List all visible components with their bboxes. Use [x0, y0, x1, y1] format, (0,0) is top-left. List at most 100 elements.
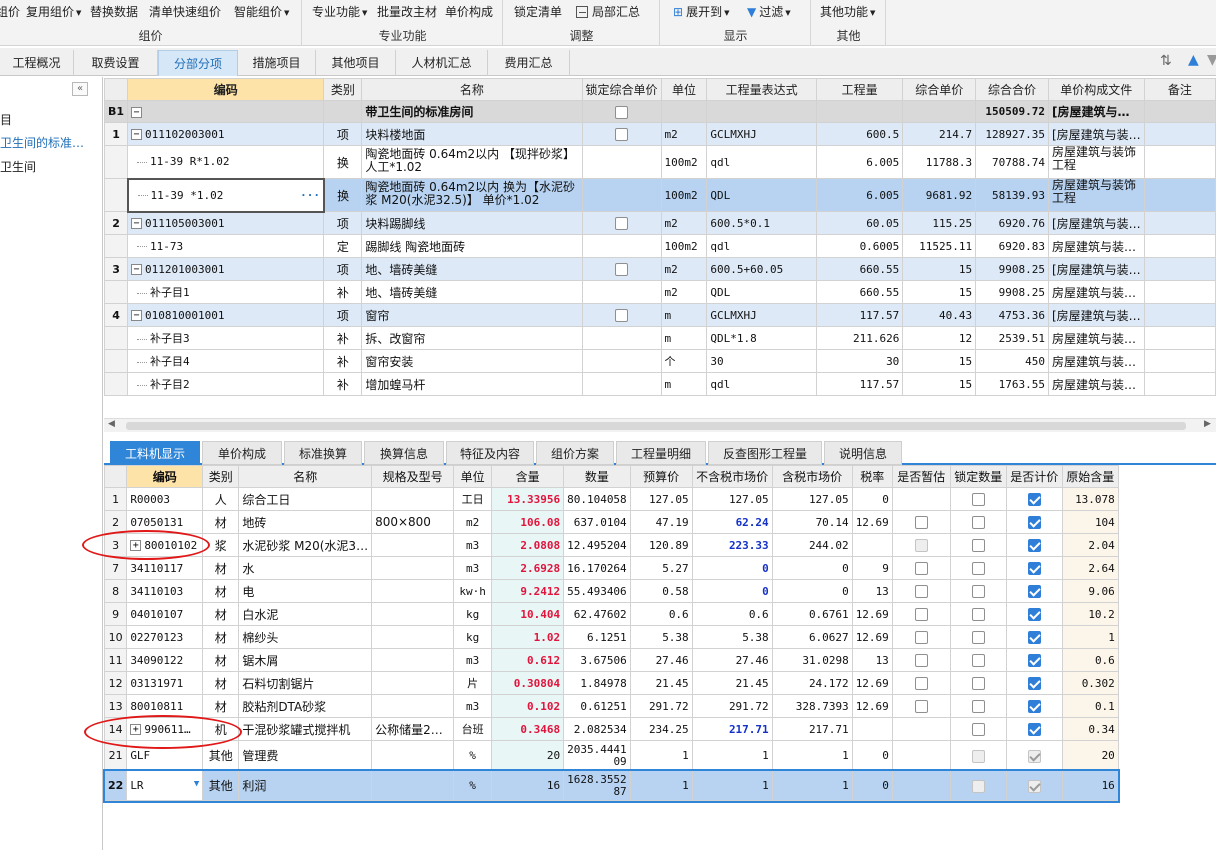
priced-checkbox[interactable] [1027, 723, 1041, 736]
code-cell[interactable]: −010810001001 [127, 303, 325, 327]
priced-cell[interactable] [1005, 694, 1063, 718]
tax-market-price-cell[interactable]: 244.02 [771, 533, 853, 557]
quantity-cell[interactable]: 660.55 [815, 257, 904, 281]
code-cell[interactable]: 补子目3 [127, 326, 325, 350]
priced-checkbox[interactable] [1027, 677, 1041, 690]
collapse-icon[interactable]: − [131, 218, 143, 230]
tax-rate-cell[interactable]: 0 [851, 770, 893, 801]
header-content[interactable]: 含量 [491, 465, 565, 488]
quantity-cell[interactable]: 6.005 [815, 145, 904, 179]
horizontal-scrollbar[interactable]: ◀ ▶ [104, 418, 1216, 432]
header-tax-rate[interactable]: 税率 [851, 465, 893, 488]
lock-quantity-checkbox[interactable] [971, 723, 985, 736]
expression-cell[interactable]: QDL [706, 178, 817, 212]
market-price-cell[interactable]: 62.24 [691, 510, 773, 534]
move-down-icon[interactable]: ⇅ [1160, 53, 1172, 69]
remarks-cell[interactable] [1143, 145, 1216, 179]
expression-cell[interactable]: 30 [706, 349, 817, 373]
up-arrow-icon[interactable]: ▲ [1188, 52, 1199, 68]
name-cell[interactable]: 管理费 [238, 740, 373, 771]
tab-conversion-info[interactable]: 换算信息 [364, 441, 444, 465]
market-price-cell[interactable]: 0.6 [691, 602, 773, 626]
quick-pricing-button[interactable]: 清单快速组价 [149, 3, 221, 21]
header-priced[interactable]: 是否计价 [1005, 465, 1063, 488]
estimate-checkbox[interactable] [914, 631, 928, 644]
collapse-icon[interactable]: − [131, 264, 143, 275]
remarks-cell[interactable] [1143, 234, 1216, 258]
code-cell[interactable]: R00003 [126, 487, 204, 511]
name-cell[interactable]: 锯木屑 [238, 648, 373, 672]
scroll-right-icon[interactable]: ▶ [1204, 419, 1211, 429]
name-cell[interactable]: 地、墙砖美缝 [361, 257, 583, 281]
content-cell[interactable]: 2.0808 [491, 533, 565, 557]
table-row[interactable]: 11 34090122 材锯木屑 m3 0.612 3.67506 27.46 27.46 31… [103, 648, 1119, 672]
replace-data-button[interactable]: 替换数据 [90, 3, 138, 21]
lock-price-cell[interactable] [581, 372, 662, 396]
content-cell[interactable]: 16 [491, 770, 565, 801]
estimate-cell[interactable] [891, 487, 951, 511]
table-row[interactable]: 12 03131971 材石料切割锯片片 0.30804 1.84978 21.45 21.… [103, 671, 1119, 695]
priced-cell[interactable] [1005, 487, 1063, 511]
code-cell[interactable]: 34090122 [126, 648, 204, 672]
lock-quantity-cell[interactable] [949, 740, 1007, 771]
tax-rate-cell[interactable]: 12.69 [851, 694, 893, 718]
tax-rate-cell[interactable] [851, 533, 893, 557]
header-type[interactable]: 类别 [323, 78, 363, 101]
market-price-cell[interactable]: 5.38 [691, 625, 773, 649]
content-cell[interactable]: 0.102 [491, 694, 565, 718]
expression-cell[interactable]: qdl [706, 145, 817, 179]
lock-price-cell[interactable] [581, 349, 662, 373]
tax-rate-cell[interactable]: 0 [851, 740, 893, 771]
table-row[interactable]: 2 07050131 材地砖 800×800 m2 106.08 637.0104 47.19… [103, 510, 1119, 534]
quantity-cell[interactable]: 600.5 [815, 122, 904, 146]
lock-price-cell[interactable] [581, 234, 662, 258]
code-cell[interactable]: LR ▼ [126, 770, 204, 801]
estimate-cell[interactable] [891, 694, 951, 718]
tax-rate-cell[interactable] [851, 717, 893, 741]
priced-checkbox[interactable] [1027, 700, 1041, 713]
price-file-cell[interactable]: [房屋建筑与装… [1047, 303, 1145, 327]
expression-cell[interactable]: 600.5+60.05 [706, 257, 817, 281]
code-cell[interactable]: −011102003001 [127, 122, 325, 146]
remarks-cell[interactable] [1143, 326, 1216, 350]
filter-button[interactable]: ▼ 过滤 ▼ [747, 3, 791, 21]
header-type[interactable]: 类别 [202, 465, 240, 488]
estimate-cell[interactable] [891, 533, 951, 557]
quantity-cell[interactable]: 660.55 [815, 280, 904, 304]
price-file-cell[interactable]: 房屋建筑与装… [1047, 349, 1145, 373]
quantity-cell[interactable]: 117.57 [815, 303, 904, 327]
tax-rate-cell[interactable]: 12.69 [851, 602, 893, 626]
lock-price-cell[interactable] [581, 178, 662, 212]
panel-splitter[interactable] [104, 432, 1216, 438]
remarks-cell[interactable] [1143, 349, 1216, 373]
code-cell[interactable]: 补子目4 [127, 349, 325, 373]
lock-price-cell[interactable] [581, 303, 662, 327]
lock-price-cell[interactable] [581, 257, 662, 281]
header-name[interactable]: 名称 [361, 78, 583, 101]
code-cell[interactable]: −011105003001 [127, 211, 325, 235]
table-row[interactable]: 22 LR ▼ 其他 利润% 16 1628.355287 1 1 1 0 16 [102, 768, 1121, 803]
estimate-cell[interactable] [891, 579, 951, 603]
spec-cell[interactable] [371, 648, 455, 672]
price-file-cell[interactable]: [房屋建筑与装… [1047, 211, 1145, 235]
priced-cell[interactable] [1005, 740, 1063, 771]
spec-cell[interactable] [371, 671, 455, 695]
tab-material-display[interactable]: 工料机显示 [110, 441, 200, 465]
quantity-cell[interactable] [815, 100, 904, 123]
lock-checkbox[interactable] [615, 128, 628, 141]
market-price-cell[interactable]: 127.05 [691, 487, 773, 511]
expand-to-button[interactable]: ⊞ 展开到 ▼ [673, 3, 729, 21]
table-row[interactable]: 8 34110103 材电 kw·h 9.2412 55.493406 0.58 0 0 13 9.… [103, 579, 1119, 603]
tax-rate-cell[interactable]: 12.69 [851, 510, 893, 534]
content-cell[interactable]: 106.08 [491, 510, 565, 534]
expression-cell[interactable]: qdl [706, 372, 817, 396]
quantity-cell[interactable]: 211.626 [815, 326, 904, 350]
remarks-cell[interactable] [1143, 372, 1216, 396]
content-cell[interactable]: 0.30804 [491, 671, 565, 695]
name-cell[interactable]: 石料切割锯片 [238, 671, 373, 695]
name-cell[interactable]: 陶瓷地面砖 0.64m2以内 【现拌砂浆】 人工*1.02 [361, 145, 583, 179]
priced-checkbox[interactable] [1027, 493, 1041, 506]
tax-rate-cell[interactable]: 0 [851, 487, 893, 511]
code-cell[interactable]: 03131971 [126, 671, 204, 695]
table-row[interactable]: 1 R00003 人综合工日 工日 13.33956 80.104058 127.05 127… [103, 487, 1119, 511]
